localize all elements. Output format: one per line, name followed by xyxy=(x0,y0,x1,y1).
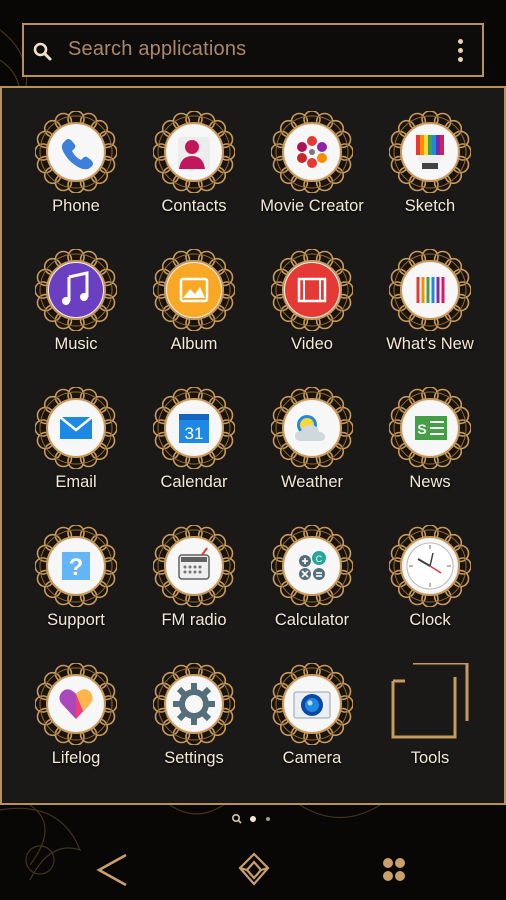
clock-icon xyxy=(389,525,471,607)
gear-icon xyxy=(153,663,235,745)
app-label: Sketch xyxy=(404,197,456,215)
back-icon[interactable] xyxy=(94,850,134,890)
support-icon: ? xyxy=(35,525,117,607)
sketch-icon xyxy=(389,111,471,193)
svg-text:C: C xyxy=(316,554,323,564)
recents-icon[interactable] xyxy=(374,850,414,890)
music-icon xyxy=(35,249,117,331)
app-calendar[interactable]: 31 Calendar xyxy=(135,387,253,507)
weather-icon xyxy=(271,387,353,469)
contacts-icon xyxy=(153,111,235,193)
app-tools-folder[interactable]: Tools xyxy=(371,663,489,783)
app-label: Clock xyxy=(409,611,451,629)
camera-icon xyxy=(271,663,353,745)
calculator-icon: C xyxy=(271,525,353,607)
app-weather[interactable]: Weather xyxy=(253,387,371,507)
app-contacts[interactable]: Contacts xyxy=(135,111,253,231)
news-icon: S xyxy=(389,387,471,469)
app-movie-creator[interactable]: Movie Creator xyxy=(253,111,371,231)
app-news[interactable]: S News xyxy=(371,387,489,507)
calendar-icon: 31 xyxy=(153,387,235,469)
app-whats-new[interactable]: What's New xyxy=(371,249,489,369)
app-email[interactable]: Email xyxy=(17,387,135,507)
app-video[interactable]: Video xyxy=(253,249,371,369)
app-clock[interactable]: Clock xyxy=(371,525,489,645)
lifelog-icon xyxy=(35,663,117,745)
email-icon xyxy=(35,387,117,469)
search-icon xyxy=(33,42,52,61)
page-indicator xyxy=(231,813,270,824)
app-lifelog[interactable]: Lifelog xyxy=(17,663,135,783)
app-gear[interactable]: Settings xyxy=(135,663,253,783)
tools-folder-icon xyxy=(391,663,469,739)
svg-text:?: ? xyxy=(69,554,84,581)
search-bar[interactable]: Search applications xyxy=(22,23,484,77)
app-phone[interactable]: Phone xyxy=(17,111,135,231)
app-label: What's New xyxy=(386,335,474,353)
app-calculator[interactable]: C Calculator xyxy=(253,525,371,645)
svg-text:S: S xyxy=(417,421,426,437)
app-album[interactable]: Album xyxy=(135,249,253,369)
album-icon xyxy=(153,249,235,331)
app-support[interactable]: ? Support xyxy=(17,525,135,645)
app-music[interactable]: Music xyxy=(17,249,135,369)
svg-text:31: 31 xyxy=(185,424,204,443)
overflow-menu-icon[interactable] xyxy=(458,39,464,65)
video-icon xyxy=(271,249,353,331)
movie-creator-icon xyxy=(271,111,353,193)
phone-icon xyxy=(35,111,117,193)
radio-icon xyxy=(153,525,235,607)
app-radio[interactable]: FM radio xyxy=(135,525,253,645)
app-label: News xyxy=(409,473,451,491)
app-label: Tools xyxy=(410,749,450,767)
app-sketch[interactable]: Sketch xyxy=(371,111,489,231)
app-camera[interactable]: Camera xyxy=(253,663,371,783)
home-icon[interactable] xyxy=(234,850,274,890)
whats-new-icon xyxy=(389,249,471,331)
search-input[interactable]: Search applications xyxy=(68,38,246,61)
